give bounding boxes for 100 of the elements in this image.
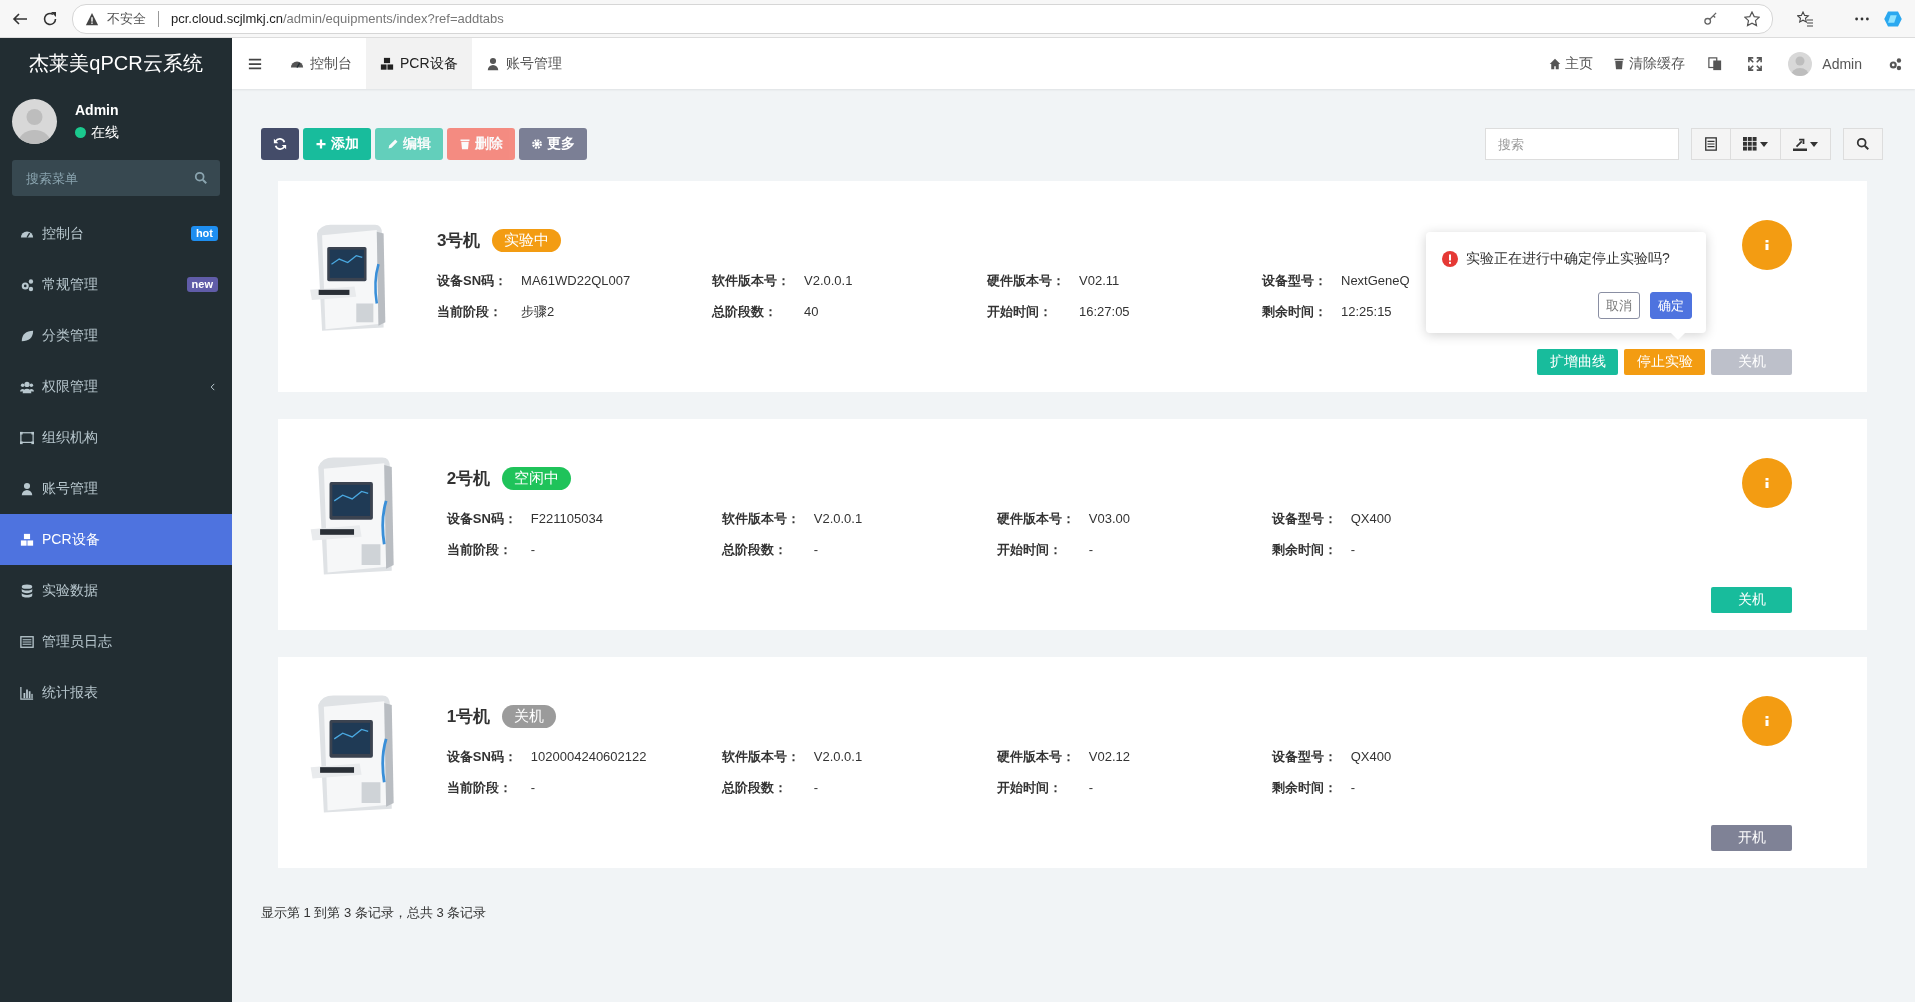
field-label: 设备SN码： bbox=[446, 510, 517, 528]
field-value: - bbox=[813, 541, 819, 559]
user-name[interactable]: Admin bbox=[1822, 55, 1862, 72]
url-text: pcr.cloud.scjlmkj.cn/admin/equipments/index?ref=addtabs bbox=[171, 11, 504, 26]
field-value: 步骤2 bbox=[521, 303, 555, 321]
cubes-icon bbox=[380, 56, 394, 71]
field-label: 硬件版本号： bbox=[996, 748, 1075, 766]
error-icon bbox=[1442, 251, 1458, 267]
nav-tab[interactable]: PCR设备 bbox=[366, 38, 472, 89]
nav-tab[interactable]: 账号管理 bbox=[471, 38, 576, 89]
field-value: - bbox=[1088, 779, 1094, 797]
field-label: 设备型号： bbox=[1271, 748, 1337, 766]
sidebar-item[interactable]: 组织机构 bbox=[0, 412, 232, 463]
gears-icon bbox=[1888, 56, 1902, 71]
caret-icon bbox=[1760, 141, 1768, 147]
status-tag: 空闲中 bbox=[502, 466, 572, 490]
sidebar-item[interactable]: 权限管理 bbox=[0, 361, 232, 412]
search-icon bbox=[194, 171, 208, 185]
trash-icon bbox=[459, 138, 471, 150]
search-box[interactable]: 搜索菜单 bbox=[12, 160, 220, 196]
reload-icon bbox=[42, 10, 58, 27]
sidebar-item[interactable]: PCR设备 bbox=[0, 514, 232, 565]
field-value: 16:27:05 bbox=[1079, 303, 1130, 321]
table-view-button[interactable] bbox=[1691, 128, 1731, 160]
field-value: NextGeneQ bbox=[1341, 272, 1410, 290]
field-label: 总阶段数： bbox=[721, 779, 787, 797]
field-value: QX400 bbox=[1350, 748, 1392, 766]
export-button[interactable] bbox=[1781, 128, 1831, 160]
more-icon bbox=[1855, 16, 1869, 21]
sidebar-item[interactable]: 实验数据 bbox=[0, 565, 232, 616]
user-icon bbox=[485, 56, 500, 71]
address-bar[interactable]: 不安全 pcr.cloud.scjlmkj.cn/admin/equipments/index?ref=addtabs bbox=[72, 3, 1773, 34]
field-label: 剩余时间： bbox=[1271, 779, 1337, 797]
home-icon bbox=[1549, 57, 1562, 70]
caret-icon bbox=[1810, 141, 1818, 147]
back-icon bbox=[12, 10, 28, 27]
refresh-button[interactable] bbox=[261, 128, 299, 160]
star-icon bbox=[1744, 10, 1760, 27]
sidebar-item[interactable]: 常规管理 new bbox=[0, 259, 232, 310]
field-value: - bbox=[1350, 541, 1356, 559]
popover-message: 实验正在进行中确定停止实验吗? bbox=[1466, 250, 1670, 268]
warning-icon bbox=[85, 11, 99, 26]
trash-icon bbox=[1613, 57, 1626, 70]
field-label: 设备SN码： bbox=[446, 748, 517, 766]
field-value: V2.0.0.1 bbox=[813, 748, 863, 766]
field-label: 当前阶段： bbox=[446, 541, 512, 559]
status-tag: 关机 bbox=[502, 704, 557, 728]
field-label: 剩余时间： bbox=[1262, 303, 1327, 321]
field-value: MA61WD22QL007 bbox=[521, 272, 631, 290]
database-icon bbox=[20, 583, 34, 598]
field-value: V03.00 bbox=[1088, 510, 1130, 528]
search-field[interactable]: 搜索 bbox=[1485, 128, 1679, 160]
list-icon bbox=[20, 634, 34, 649]
app-logo: 杰莱美qPCR云系统 bbox=[28, 51, 204, 76]
field-value: V2.0.0.1 bbox=[804, 272, 853, 290]
field-label: 开始时间： bbox=[996, 779, 1062, 797]
action-button[interactable]: 开机 bbox=[1711, 825, 1792, 851]
field-label: 软件版本号： bbox=[712, 272, 790, 290]
confirm-button[interactable]: 确定 bbox=[1650, 292, 1692, 319]
header-link[interactable]: 清除缓存 bbox=[1603, 38, 1696, 89]
sidebar-item[interactable]: 控制台 hot bbox=[0, 208, 232, 259]
field-label: 硬件版本号： bbox=[987, 272, 1065, 290]
grid-icon bbox=[1743, 137, 1757, 151]
avatar bbox=[12, 99, 57, 144]
search-icon bbox=[1856, 137, 1870, 151]
field-label: 开始时间： bbox=[996, 541, 1062, 559]
sidebar-item[interactable]: 分类管理 bbox=[0, 310, 232, 361]
favorites-icon bbox=[1797, 10, 1813, 27]
field-value: - bbox=[530, 779, 536, 797]
info-icon bbox=[1765, 240, 1769, 250]
users-icon bbox=[20, 379, 34, 394]
field-label: 软件版本号： bbox=[721, 510, 800, 528]
search-button[interactable] bbox=[1843, 128, 1883, 160]
fullscreen-icon bbox=[1748, 56, 1763, 71]
columns-button[interactable] bbox=[1731, 128, 1781, 160]
leaf-icon bbox=[20, 328, 34, 343]
field-value: QX400 bbox=[1350, 510, 1392, 528]
field-value: 40 bbox=[804, 303, 819, 321]
field-value: F221105034 bbox=[530, 510, 603, 528]
cancel-button[interactable]: 取消 bbox=[1598, 292, 1640, 319]
search-field[interactable]: 搜索菜单 bbox=[24, 159, 194, 197]
nav-tab[interactable]: 控制台 bbox=[276, 38, 366, 89]
field-value: V2.0.0.1 bbox=[813, 510, 863, 528]
field-label: 设备型号： bbox=[1262, 272, 1327, 290]
field-value: 1020004240602122 bbox=[530, 748, 647, 766]
chevron-icon bbox=[208, 381, 218, 392]
field-value: V02.12 bbox=[1088, 748, 1130, 766]
pagination-info: 显示第 1 到第 3 条记录，总共 3 条记录 bbox=[261, 904, 488, 922]
header-link[interactable]: 主页 bbox=[1539, 38, 1604, 89]
more-button[interactable]: 更多 bbox=[519, 128, 587, 160]
field-value: - bbox=[813, 779, 819, 797]
sidebar-item[interactable]: 账号管理 bbox=[0, 463, 232, 514]
user-icon bbox=[20, 481, 34, 496]
bar-chart-icon bbox=[20, 685, 34, 700]
field-value: - bbox=[1350, 779, 1356, 797]
cubes-icon bbox=[20, 532, 34, 547]
field-value: V02.11 bbox=[1079, 272, 1120, 290]
field-value: 12:25:15 bbox=[1341, 303, 1392, 321]
sidebar-item[interactable]: 管理员日志 bbox=[0, 616, 232, 667]
sidebar-item[interactable]: 统计报表 bbox=[0, 667, 232, 718]
